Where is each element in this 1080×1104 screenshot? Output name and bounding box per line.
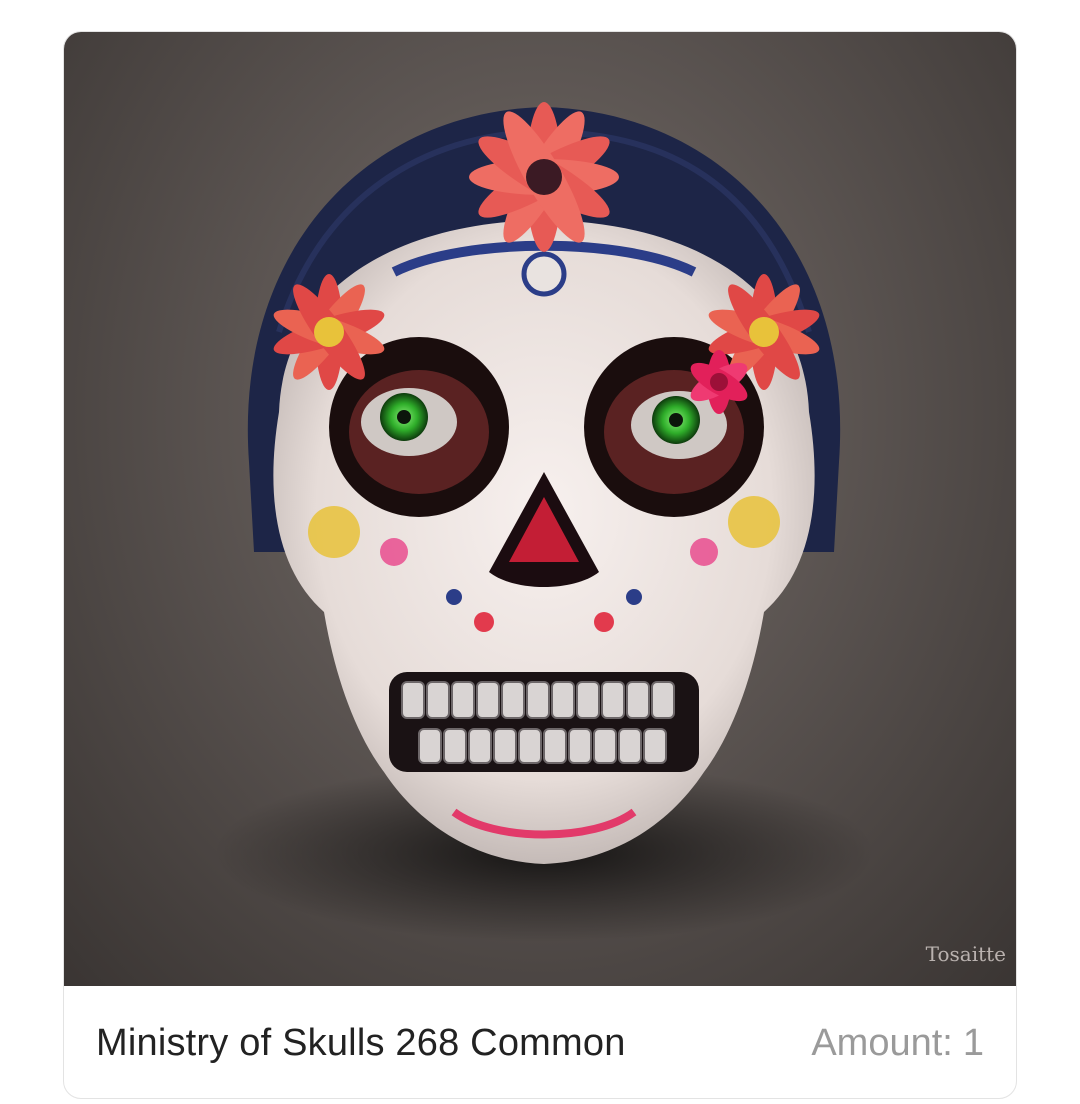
artist-signature: Tosaitte — [925, 942, 1006, 966]
amount-value: 1 — [962, 1021, 984, 1064]
sugar-skull-image — [214, 102, 874, 942]
amount-label: Amount: — [811, 1021, 953, 1064]
nft-card[interactable]: Tosaitte Ministry of Skulls 268 Common A… — [63, 31, 1017, 1099]
nft-amount: Amount: 1 — [811, 1022, 984, 1065]
nft-title: Ministry of Skulls 268 Common — [96, 1021, 626, 1064]
nft-info-bar: Ministry of Skulls 268 Common Amount: 1 — [64, 986, 1016, 1098]
nft-artwork[interactable]: Tosaitte — [64, 32, 1016, 986]
